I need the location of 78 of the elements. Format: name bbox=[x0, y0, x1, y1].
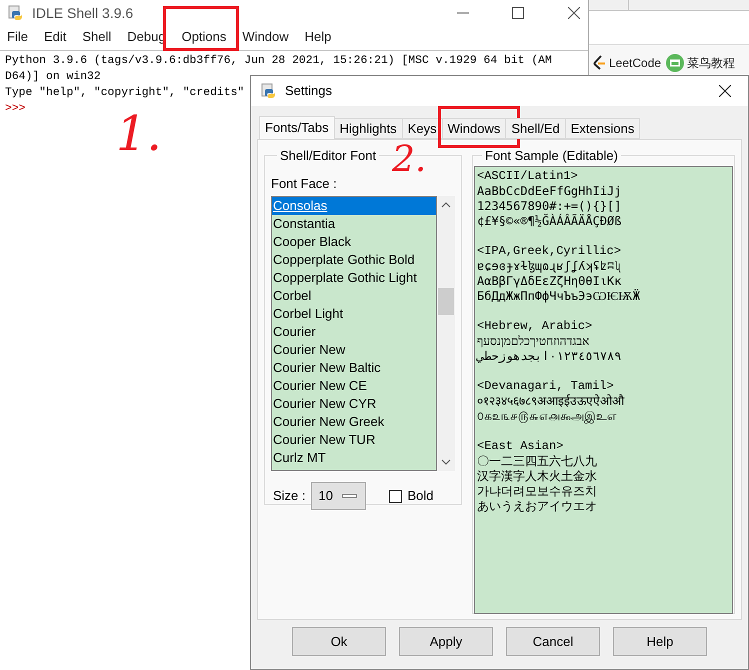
size-label: Size : bbox=[273, 487, 306, 506]
list-item[interactable]: Copperplate Gothic Bold bbox=[272, 251, 436, 269]
sample-line: ΑαΒβΓγΔδΕεΖζΗηΘθΙιΚκ bbox=[477, 274, 622, 288]
checkbox[interactable] bbox=[388, 490, 402, 502]
list-item[interactable]: Courier New Greek bbox=[272, 413, 436, 431]
menu-item[interactable]: File bbox=[0, 28, 35, 46]
sample-line: 1234567890#:+=(){}[] bbox=[477, 198, 622, 214]
sample-line: AaBbCcDdEeFfGgHhIiJj bbox=[477, 184, 622, 198]
sample-line: あいうえおアイウエオ bbox=[477, 498, 597, 514]
group-title: Font Sample (Editable) bbox=[484, 147, 619, 165]
sample-heading: <Hebrew, Arabic> bbox=[477, 318, 592, 334]
sample-line: ௦௧௨௩௪௫௬௭௮௯அஇஉஎ bbox=[477, 408, 616, 424]
python-icon bbox=[261, 83, 277, 99]
python-icon bbox=[8, 5, 24, 21]
list-item[interactable]: Courier New CYR bbox=[272, 395, 436, 413]
close-icon[interactable] bbox=[719, 85, 731, 97]
dialog-title: Settings bbox=[285, 82, 332, 100]
list-item[interactable]: Courier New Baltic bbox=[272, 359, 436, 377]
prompt: >>> bbox=[5, 102, 26, 117]
sample-heading: <IPA,Greek,Cyrillic> bbox=[477, 244, 622, 258]
console-line: Python 3.9.6 (tags/v3.9.6:db3ff76, Jun 28 2021, 15:26:21) [MSC v.1929 64 bit (AM bbox=[5, 54, 552, 69]
scroll-down-icon[interactable] bbox=[441, 459, 451, 465]
bracket-icon bbox=[592, 54, 606, 70]
handwritten-number: 1. bbox=[116, 110, 162, 158]
bookmark-link[interactable]: 菜鸟教程 bbox=[666, 54, 736, 72]
dialog-button[interactable]: Cancel bbox=[506, 627, 600, 656]
sample-line: 汉字漢字人木火土金水 bbox=[477, 468, 597, 484]
sample-line: 〇一二三四五六七八九 bbox=[477, 454, 597, 468]
size-dropdown[interactable]: 10 bbox=[310, 482, 366, 510]
tab[interactable]: Shell/Ed bbox=[505, 118, 566, 139]
list-item[interactable]: Courier New TUR bbox=[272, 431, 436, 449]
sample-heading: <ASCII/Latin1> bbox=[477, 168, 578, 184]
menu-item[interactable]: Window bbox=[235, 28, 296, 46]
scrollbar[interactable] bbox=[437, 196, 455, 471]
list-item[interactable]: Cooper Black bbox=[272, 233, 436, 251]
dialog-button[interactable]: Apply bbox=[399, 627, 493, 656]
code-window-icon bbox=[666, 54, 684, 72]
sample-line: БбДдЖжПпФфЧчЪъЭэѠѤѬӜ bbox=[477, 288, 640, 304]
handwritten-number: 2. bbox=[392, 142, 426, 178]
bold-label: Bold bbox=[408, 487, 434, 506]
maximize-icon[interactable] bbox=[512, 7, 524, 19]
tab[interactable]: Highlights bbox=[334, 118, 403, 139]
close-icon[interactable] bbox=[568, 7, 580, 19]
sample-line: ٠١٢٣٤٥٦٧٨٩ابجدهوزحطي bbox=[477, 348, 622, 364]
scroll-up-icon[interactable] bbox=[441, 202, 451, 208]
list-item[interactable]: Copperplate Gothic Light bbox=[272, 269, 436, 287]
menu-item[interactable]: Options bbox=[174, 28, 234, 46]
sample-heading: <East Asian> bbox=[477, 438, 564, 454]
tab[interactable]: Fonts/Tabs bbox=[259, 116, 335, 139]
list-item[interactable]: Constantia bbox=[272, 215, 436, 233]
list-item[interactable]: Courier New CE bbox=[272, 377, 436, 395]
font-face-label: Font Face : bbox=[271, 174, 337, 192]
tab[interactable]: Extensions bbox=[564, 118, 640, 139]
dialog-button[interactable]: Help bbox=[613, 627, 707, 656]
list-item[interactable]: Corbel bbox=[272, 287, 436, 305]
menu-item[interactable]: Shell bbox=[75, 28, 118, 46]
sample-line: 가냐더려모보수유즈치 bbox=[477, 484, 597, 498]
tab[interactable]: Windows bbox=[442, 118, 506, 139]
sample-line: ɐɕɘɞɟɤɫɮɰɷɻʁʃʆʎʞʢʫʭʯ bbox=[477, 258, 622, 274]
bookmark-link[interactable]: LeetCode bbox=[592, 54, 662, 72]
list-item[interactable]: Courier New bbox=[272, 341, 436, 359]
console-line: D64)] on win32 bbox=[5, 70, 101, 85]
console-line: Type "help", "copyright", "credits" bbox=[5, 86, 244, 101]
list-item[interactable]: Corbel Light bbox=[272, 305, 436, 323]
sample-line: אבגדהוזחטיךכלםמןנסעף bbox=[477, 334, 590, 348]
list-item[interactable]: Curlz MT bbox=[272, 449, 436, 467]
scroll-thumb[interactable] bbox=[438, 288, 454, 315]
window-title: IDLE Shell 3.9.6 bbox=[32, 4, 134, 22]
dialog-button[interactable]: Ok bbox=[292, 627, 386, 656]
list-item[interactable]: Consolas bbox=[272, 197, 436, 215]
group-title: Shell/Editor Font bbox=[279, 147, 378, 165]
tab[interactable]: Keys bbox=[402, 118, 443, 139]
sample-line: ¢£¥§©«®¶½ĞÀÁÂÃÄÅÇÐØß bbox=[477, 214, 622, 228]
sample-heading: <Devanagari, Tamil> bbox=[477, 378, 614, 394]
menu-item[interactable]: Edit bbox=[36, 28, 74, 46]
list-item[interactable]: Courier bbox=[272, 323, 436, 341]
sample-line: ०१२३४५६७८९अआइईउऊएऐओऔ bbox=[477, 394, 624, 408]
menu-item[interactable]: Help bbox=[298, 28, 338, 46]
